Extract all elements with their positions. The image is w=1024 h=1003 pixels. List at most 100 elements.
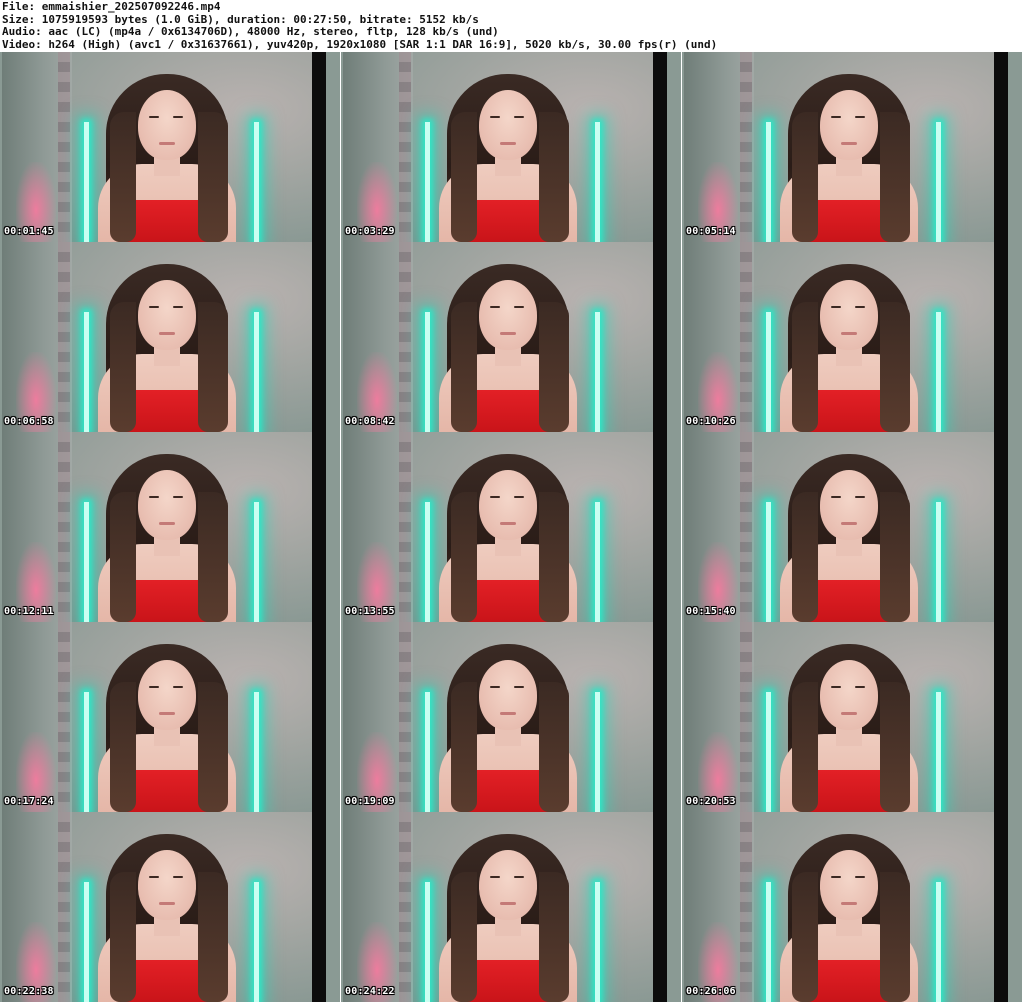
person-mouth [500,332,516,335]
thumbnail-timestamp: 00:12:11 [4,606,54,617]
video-frame [343,52,667,242]
neon-light-bar [936,122,941,242]
video-thumbnail[interactable]: 00:19:09 [341,622,681,812]
neon-light-bar [766,312,771,432]
video-thumbnail[interactable]: 00:20:53 [682,622,1022,812]
person-hair-front [110,682,136,812]
video-frame [684,242,1008,432]
person-hair-front [539,492,569,622]
person-eye [855,306,865,308]
thumbnail-timestamp: 00:26:06 [686,986,736,997]
thumbnail-timestamp: 00:10:26 [686,416,736,427]
person-mouth [500,902,516,905]
neon-light-bar [595,312,600,432]
thumbnail-grid: 00:01:45 00:03:29 00:05:14 00:06:58 00:0… [0,52,1024,1003]
neon-light-bar [84,122,89,242]
person-mouth [841,902,857,905]
person-face [479,280,537,350]
person-face [479,470,537,540]
person-face [479,90,537,160]
video-frame [2,622,326,812]
video-frame [2,432,326,622]
person-hair-front [451,302,477,432]
video-thumbnail[interactable]: 00:08:42 [341,242,681,432]
video-frame [2,812,326,1002]
wall-decoration [399,432,411,622]
person-hair-front [792,682,818,812]
person-face [479,850,537,920]
person-eye [173,116,183,118]
neon-light-bar [936,502,941,622]
video-frame [343,622,667,812]
video-thumbnail[interactable]: 00:03:29 [341,52,681,242]
letterbox-bar [994,242,1008,432]
person-face [138,90,196,160]
person-eye [855,876,865,878]
person-eye [173,876,183,878]
video-thumbnail[interactable]: 00:13:55 [341,432,681,622]
neon-light-bar [766,882,771,1002]
letterbox-bar [994,52,1008,242]
audio-info-line: Audio: aac (LC) (mp4a / 0x6134706D), 480… [2,25,499,39]
neon-light-bar [425,882,430,1002]
video-thumbnail[interactable]: 00:06:58 [0,242,340,432]
wall-decoration [740,432,752,622]
video-thumbnail[interactable]: 00:17:24 [0,622,340,812]
person-hair-front [110,112,136,242]
letterbox-bar [312,242,326,432]
video-thumbnail[interactable]: 00:01:45 [0,52,340,242]
person-hair-front [198,872,228,1002]
neon-light-bar [936,692,941,812]
person-mouth [500,142,516,145]
video-thumbnail[interactable]: 00:10:26 [682,242,1022,432]
video-thumbnail[interactable]: 00:22:38 [0,812,340,1002]
neon-light-bar [766,692,771,812]
person-face [479,660,537,730]
letterbox-bar [653,622,667,812]
person-eye [149,116,159,118]
person-eye [149,876,159,878]
video-thumbnail[interactable]: 00:12:11 [0,432,340,622]
person-eye [490,686,500,688]
person-face [138,850,196,920]
video-thumbnail[interactable]: 00:15:40 [682,432,1022,622]
file-name-line: File: emmaishier_202507092246.mp4 [2,0,221,13]
person-mouth [500,712,516,715]
wall-decoration [58,52,70,242]
thumbnail-timestamp: 00:24:22 [345,986,395,997]
video-thumbnail[interactable]: 00:24:22 [341,812,681,1002]
person-mouth [159,712,175,715]
person-hair-front [880,872,910,1002]
letterbox-bar [653,432,667,622]
wall-decoration [740,52,752,242]
video-thumbnail[interactable]: 00:26:06 [682,812,1022,1002]
letterbox-bar [312,622,326,812]
wall-decoration [58,242,70,432]
person-hair-front [792,302,818,432]
video-thumbnail[interactable]: 00:05:14 [682,52,1022,242]
wall-decoration [740,242,752,432]
person-hair-front [451,682,477,812]
person-eye [514,686,524,688]
neon-light-bar [425,312,430,432]
person-hair-front [880,492,910,622]
person-eye [831,686,841,688]
wall-decoration [58,622,70,812]
wall-decoration [740,812,752,1002]
neon-light-bar [425,692,430,812]
person-face [820,90,878,160]
video-frame [343,242,667,432]
neon-light-bar [766,122,771,242]
letterbox-bar [312,812,326,1002]
thumbnail-timestamp: 00:15:40 [686,606,736,617]
person-hair-front [792,492,818,622]
person-face [820,850,878,920]
person-eye [173,496,183,498]
video-info-line: Video: h264 (High) (avc1 / 0x31637661), … [2,37,718,51]
person-hair-front [198,492,228,622]
person-face [820,660,878,730]
neon-light-bar [254,882,259,1002]
person-eye [831,496,841,498]
neon-light-bar [595,882,600,1002]
person-eye [855,496,865,498]
